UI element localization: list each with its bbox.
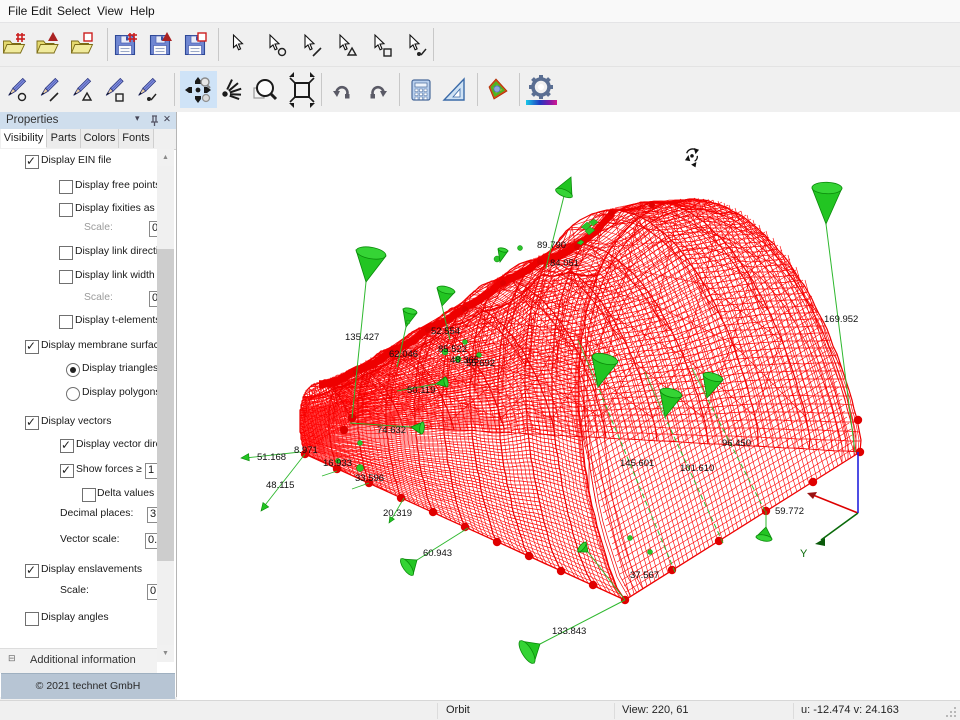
svg-text:50.119: 50.119 [407,385,435,396]
svg-text:48.115: 48.115 [266,480,294,491]
svg-text:85.522: 85.522 [438,344,467,355]
svg-text:135.427: 135.427 [345,332,379,343]
svg-text:84.051: 84.051 [550,258,579,269]
svg-text:37.567: 37.567 [630,570,659,581]
svg-text:33.596: 33.596 [355,473,384,484]
svg-text:Y: Y [800,548,808,560]
svg-text:59.772: 59.772 [775,506,804,517]
svg-text:74.632: 74.632 [377,425,406,436]
svg-text:16.933: 16.933 [323,458,352,469]
svg-text:62.046: 62.046 [389,349,418,360]
svg-text:55.692: 55.692 [466,358,495,369]
svg-text:169.952: 169.952 [824,314,858,325]
svg-text:20.319: 20.319 [383,508,412,519]
svg-text:60.943: 60.943 [423,548,452,559]
svg-text:51.168: 51.168 [257,452,286,463]
svg-text:89.790: 89.790 [537,240,566,251]
svg-text:96.450: 96.450 [722,438,751,449]
svg-text:8.971: 8.971 [294,445,318,456]
svg-text:133.843: 133.843 [552,626,586,637]
svg-text:52.554: 52.554 [431,326,460,337]
svg-text:101.610: 101.610 [680,463,714,474]
svg-text:145.601: 145.601 [620,458,654,469]
